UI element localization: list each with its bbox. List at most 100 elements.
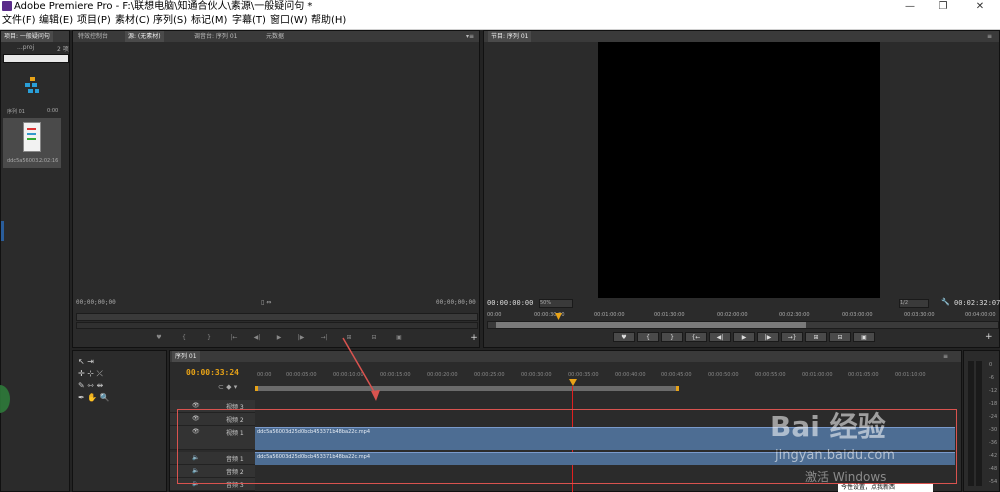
program-step-forward-button[interactable]: |▶ xyxy=(757,332,779,342)
hand-tool-icon[interactable]: ✋ xyxy=(87,393,97,402)
rate-stretch-tool-icon[interactable]: ⤫ xyxy=(97,369,103,378)
selection-tool-icon[interactable]: ↖ xyxy=(78,357,85,366)
project-search-input[interactable] xyxy=(3,54,69,63)
pen-tool-icon[interactable]: ✒ xyxy=(78,393,85,402)
tab-source[interactable]: 源: (无素材) xyxy=(125,31,164,42)
program-ruler-label: 00:02:30:00 xyxy=(779,312,810,318)
program-play-button[interactable]: ▶ xyxy=(733,332,755,342)
maximize-button[interactable]: ❐ xyxy=(928,0,958,13)
source-zoom-bar[interactable] xyxy=(76,322,478,329)
tab-audio-mixer[interactable]: 调音台: 序列 01 xyxy=(191,31,240,42)
tab-project[interactable]: 项目: 一般疑问句 xyxy=(1,31,53,42)
program-marker-button[interactable]: ♥ xyxy=(613,332,635,342)
meter-scale-label: -54 xyxy=(989,479,998,485)
timeline-ruler-label: 00:00:45:00 xyxy=(661,372,692,378)
project-item-selected[interactable]: ddc5a56003... 2:02:16 xyxy=(3,118,61,168)
panel-menu-icon[interactable]: ≡ xyxy=(940,351,951,362)
project-item-name: 序列 01 xyxy=(7,109,25,115)
activate-windows-notice: 激活 Windows xyxy=(805,470,887,484)
menu-marker[interactable]: 标记(M) xyxy=(191,13,227,29)
source-scrub-bar[interactable] xyxy=(76,313,478,321)
meter-scale-label: -36 xyxy=(989,440,998,446)
slip-tool-icon[interactable]: ⇿ xyxy=(87,381,94,390)
timeline-ruler-label: 00:00:50:00 xyxy=(708,372,739,378)
timeline-timecode[interactable]: 00:00:33:24 xyxy=(186,368,239,377)
zoom-tool-icon[interactable]: 🔍 xyxy=(100,393,110,402)
project-item[interactable]: 序列 01 0:00 xyxy=(3,71,61,117)
window-title: Adobe Premiere Pro - F:\联想电脑\知通合伙人\素源\一般… xyxy=(14,1,313,12)
work-area-bar[interactable] xyxy=(255,386,679,391)
wrench-icon[interactable]: 🔧 xyxy=(941,298,950,306)
slide-tool-icon[interactable]: ⇹ xyxy=(97,381,104,390)
menu-title[interactable]: 字幕(T) xyxy=(232,13,266,29)
panel-menu-icon[interactable]: ≡ xyxy=(984,31,995,42)
program-step-back-button[interactable]: ◀| xyxy=(709,332,731,342)
menu-file[interactable]: 文件(F) xyxy=(2,13,36,29)
meter-scale-label: -6 xyxy=(989,375,994,381)
source-timecode-out: 00;00;00;00 xyxy=(436,299,476,306)
meter-bar-right xyxy=(976,361,982,486)
meter-scale-label: -30 xyxy=(989,427,998,433)
close-button[interactable]: ✕ xyxy=(965,0,995,13)
timeline-ruler-label: 00:00:35:00 xyxy=(568,372,599,378)
go-to-out-icon[interactable]: →| xyxy=(318,334,330,342)
sequence-icon xyxy=(25,77,39,93)
project-item-duration: 0:00 xyxy=(47,108,59,114)
premiere-app-icon xyxy=(2,1,12,11)
panel-menu-icon[interactable]: ▾≡ xyxy=(463,31,477,42)
program-ruler-label: 00:01:00:00 xyxy=(594,312,625,318)
program-extract-button[interactable]: ⊟ xyxy=(829,332,851,342)
menu-sequence[interactable]: 序列(S) xyxy=(153,13,187,29)
timeline-ruler-label: 00:00 xyxy=(257,372,272,378)
snap-icon[interactable]: ⊂ ◆ ▾ xyxy=(218,383,237,391)
source-panel: 特效控制台 源: (无素材) 调音台: 序列 01 元数据 ▾≡ 00;00;0… xyxy=(72,30,480,348)
program-go-to-out-button[interactable]: →} xyxy=(781,332,803,342)
menu-edit[interactable]: 编辑(E) xyxy=(39,13,73,29)
mark-out-icon[interactable]: } xyxy=(203,334,215,342)
play-icon[interactable]: ▶ xyxy=(273,334,285,342)
menu-help[interactable]: 帮助(H) xyxy=(311,13,346,29)
baidu-watermark-logo: Bai 经验 xyxy=(770,410,886,443)
program-add-button-icon[interactable]: + xyxy=(985,332,993,342)
program-duration: 00:02:32:07 xyxy=(954,299,1000,307)
ripple-edit-tool-icon[interactable]: ✛ xyxy=(78,369,85,378)
program-go-to-in-button[interactable]: {← xyxy=(685,332,707,342)
meter-scale-label: -24 xyxy=(989,414,998,420)
tab-program[interactable]: 节目: 序列 01 xyxy=(488,31,532,42)
video-thumbnail xyxy=(23,122,41,152)
step-back-icon[interactable]: ◀| xyxy=(251,334,263,342)
zoom-level-select[interactable]: 50% xyxy=(539,299,573,308)
meter-scale-label: 0 xyxy=(989,362,993,368)
marker-icon[interactable]: ♥ xyxy=(153,334,165,342)
program-mark-out-button[interactable]: } xyxy=(661,332,683,342)
export-frame-icon[interactable]: ▣ xyxy=(393,334,405,342)
program-mark-in-button[interactable]: { xyxy=(637,332,659,342)
add-button-icon[interactable]: + xyxy=(468,334,480,343)
mark-in-icon[interactable]: { xyxy=(178,334,190,342)
program-export-frame-button[interactable]: ▣ xyxy=(853,332,875,342)
project-item-count: 2 项 xyxy=(57,46,69,53)
menu-clip[interactable]: 素材(C) xyxy=(115,13,150,29)
source-insert-icon[interactable]: ▯ ⇔ xyxy=(261,299,271,306)
razor-tool-icon[interactable]: ✎ xyxy=(78,381,85,390)
timeline-ruler-label: 00:00:05:00 xyxy=(286,372,317,378)
timeline-ruler-label: 00:01:05:00 xyxy=(848,372,879,378)
track-select-tool-icon[interactable]: ⇥ xyxy=(87,357,94,366)
go-to-in-icon[interactable]: |← xyxy=(228,334,240,342)
rolling-edit-tool-icon[interactable]: ⊹ xyxy=(87,369,94,378)
timeline-ruler-label: 00:00:40:00 xyxy=(615,372,646,378)
menu-project[interactable]: 项目(P) xyxy=(77,13,111,29)
program-lift-button[interactable]: ⊞ xyxy=(805,332,827,342)
tab-effect-controls[interactable]: 特效控制台 xyxy=(75,31,111,42)
resolution-select[interactable]: 1/2 xyxy=(899,299,929,308)
step-forward-icon[interactable]: |▶ xyxy=(295,334,307,342)
menu-window[interactable]: 窗口(W) xyxy=(270,13,308,29)
minimize-button[interactable]: — xyxy=(895,0,925,13)
tab-sequence[interactable]: 序列 01 xyxy=(172,351,200,362)
program-ruler-label: 00:01:30:00 xyxy=(654,312,685,318)
tab-metadata[interactable]: 元数据 xyxy=(263,31,287,42)
eye-icon[interactable]: 👁 xyxy=(192,402,200,409)
program-scrub-bar[interactable] xyxy=(487,321,999,329)
project-item-name: ddc5a56003... xyxy=(7,158,44,164)
timeline-ruler-label: 00:01:00:00 xyxy=(802,372,833,378)
